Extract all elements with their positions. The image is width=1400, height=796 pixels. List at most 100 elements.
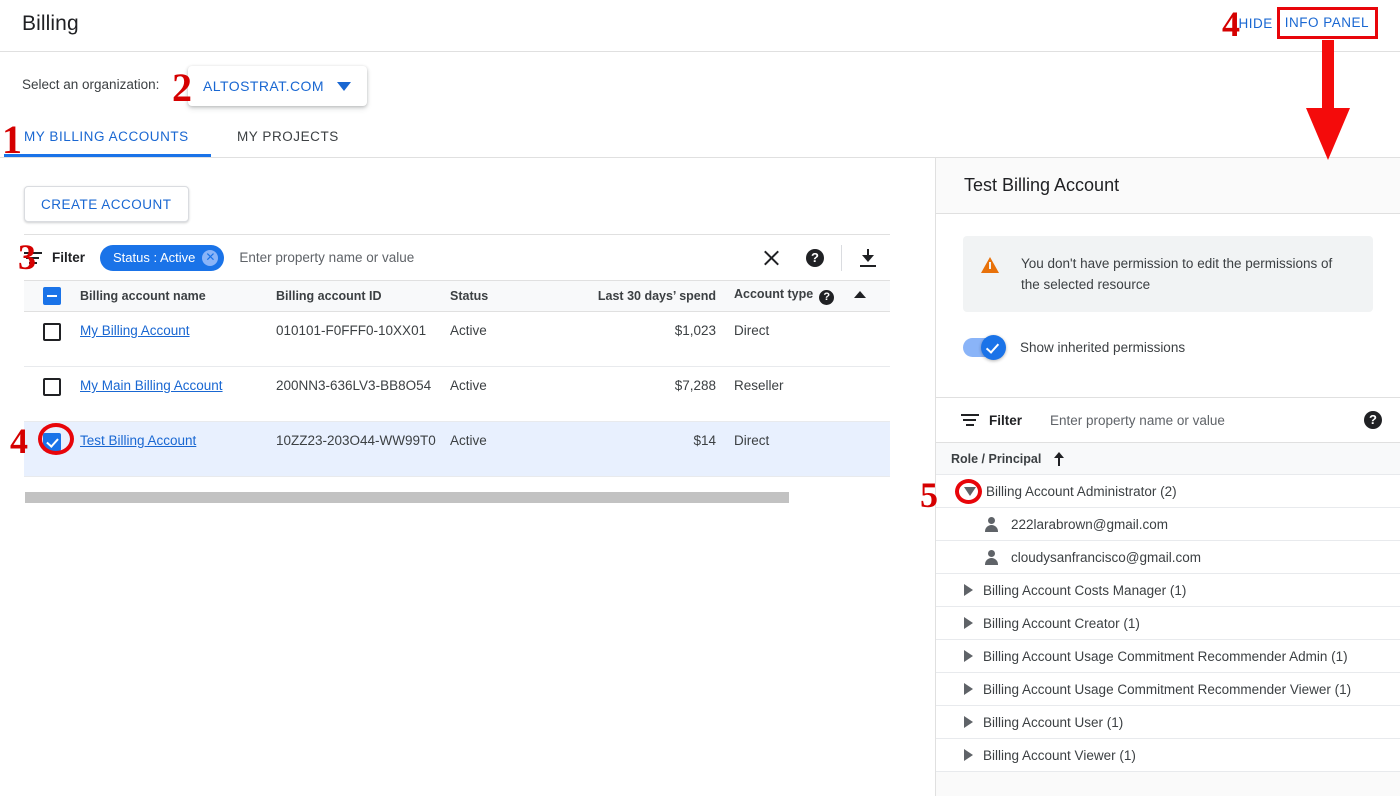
filter-chip-remove-icon[interactable]: ✕ <box>202 250 218 266</box>
row-checkbox[interactable] <box>43 378 61 396</box>
filter-chip-label: Status : Active <box>113 250 195 265</box>
roles-column-header-label: Role / Principal <box>951 452 1041 466</box>
account-name-link[interactable]: My Billing Account <box>80 323 190 338</box>
filter-chip-status-active[interactable]: Status : Active ✕ <box>100 245 224 271</box>
clear-filter-button[interactable] <box>749 238 793 278</box>
role-row-billing-account-costs-manager[interactable]: Billing Account Costs Manager (1) <box>936 574 1400 607</box>
info-panel-filter-bar: Filter ? <box>936 397 1400 443</box>
chevron-right-icon[interactable] <box>964 749 973 761</box>
info-panel-filter-label: Filter <box>989 413 1022 428</box>
role-row-billing-account-user[interactable]: Billing Account User (1) <box>936 706 1400 739</box>
cell-account-id: 010101-F0FFF0-10XX01 <box>276 323 450 338</box>
filter-help-button[interactable]: ? <box>793 238 837 278</box>
column-header-status[interactable]: Status <box>450 289 590 303</box>
chevron-down-icon <box>337 82 351 91</box>
help-icon[interactable]: ? <box>819 290 834 305</box>
cell-account-type: Direct <box>734 323 854 338</box>
show-inherited-permissions-row: Show inherited permissions <box>963 338 1373 357</box>
cell-account-type: Reseller <box>734 378 854 393</box>
cell-status: Active <box>450 323 590 338</box>
role-label: Billing Account Viewer (1) <box>983 748 1136 763</box>
annotation-circle-expand-arrow <box>955 479 982 504</box>
chevron-right-icon[interactable] <box>964 683 973 695</box>
row-checkbox[interactable] <box>43 323 61 341</box>
chevron-right-icon[interactable] <box>964 584 973 596</box>
cell-spend: $14 <box>590 433 734 448</box>
column-header-spend[interactable]: Last 30 days’ spend <box>590 289 734 303</box>
cell-account-id: 10ZZ23-203O44-WW99T0 <box>276 433 450 448</box>
chevron-right-icon[interactable] <box>964 650 973 662</box>
account-name-link[interactable]: Test Billing Account <box>80 433 196 448</box>
role-member-row: cloudysanfrancisco@gmail.com <box>936 541 1400 574</box>
page-title: Billing <box>22 12 79 36</box>
column-header-id[interactable]: Billing account ID <box>276 289 450 303</box>
annotation-number-4-checkbox: 4 <box>10 423 28 459</box>
help-icon: ? <box>806 249 824 267</box>
filter-label: Filter <box>52 250 85 265</box>
hide-info-panel-button[interactable]: HIDEINFO PANEL <box>1238 16 1378 31</box>
scrollbar-thumb[interactable] <box>25 492 789 503</box>
table-header-row: Billing account name Billing account ID … <box>24 280 890 312</box>
role-row-usage-commitment-recommender-viewer[interactable]: Billing Account Usage Commitment Recomme… <box>936 673 1400 706</box>
organization-dropdown[interactable]: ALTOSTRAT.COM <box>188 66 367 106</box>
annotation-number-2: 2 <box>172 68 192 108</box>
cell-account-id: 200NN3-636LV3-BB8O54 <box>276 378 450 393</box>
tab-bar: MY BILLING ACCOUNTS MY PROJECTS <box>0 119 1400 158</box>
info-panel-label: INFO PANEL <box>1277 7 1378 39</box>
permission-warning-text: You don't have permission to edit the pe… <box>1021 253 1353 295</box>
warning-icon <box>981 257 999 273</box>
active-tab-indicator <box>4 154 211 157</box>
show-inherited-permissions-toggle[interactable] <box>963 338 1005 357</box>
column-header-name[interactable]: Billing account name <box>80 289 276 303</box>
organization-value: ALTOSTRAT.COM <box>203 78 324 94</box>
info-panel-body: You don't have permission to edit the pe… <box>936 214 1400 397</box>
toggle-knob <box>981 335 1006 360</box>
chevron-right-icon[interactable] <box>964 716 973 728</box>
table-horizontal-scrollbar[interactable] <box>24 492 890 503</box>
show-inherited-permissions-label: Show inherited permissions <box>1020 340 1185 355</box>
column-header-type[interactable]: Account type? <box>734 287 854 305</box>
row-checkbox-cell <box>24 378 80 396</box>
account-name-link[interactable]: My Main Billing Account <box>80 378 223 393</box>
member-email: 222larabrown@gmail.com <box>1011 517 1168 532</box>
billing-accounts-table: Billing account name Billing account ID … <box>24 280 890 477</box>
annotation-circle-row-checkbox <box>38 423 74 455</box>
row-checkbox-cell <box>24 323 80 341</box>
chevron-right-icon[interactable] <box>964 617 973 629</box>
annotation-number-3: 3 <box>18 239 36 275</box>
cell-status: Active <box>450 433 590 448</box>
annotation-number-4-panel: 4 <box>1222 6 1240 42</box>
download-icon <box>859 249 877 267</box>
create-account-button[interactable]: CREATE ACCOUNT <box>24 186 189 222</box>
select-all-checkbox[interactable] <box>43 287 61 305</box>
sort-ascending-icon <box>854 291 866 298</box>
table-row[interactable]: My Main Billing Account 200NN3-636LV3-BB… <box>24 367 890 422</box>
toolbar-divider <box>841 245 842 271</box>
cell-account-type: Direct <box>734 433 854 448</box>
role-row-billing-account-creator[interactable]: Billing Account Creator (1) <box>936 607 1400 640</box>
role-row-usage-commitment-recommender-admin[interactable]: Billing Account Usage Commitment Recomme… <box>936 640 1400 673</box>
tab-my-billing-accounts[interactable]: MY BILLING ACCOUNTS <box>24 129 189 144</box>
select-all-checkbox-cell <box>24 287 80 305</box>
column-header-type-label: Account type <box>734 287 813 301</box>
help-icon[interactable]: ? <box>1364 411 1382 429</box>
filter-input[interactable] <box>239 250 749 265</box>
filter-toolbar-icons: ? <box>749 238 890 278</box>
roles-column-header[interactable]: Role / Principal <box>936 443 1400 475</box>
cell-spend: $7,288 <box>590 378 734 393</box>
role-label: Billing Account User (1) <box>983 715 1123 730</box>
table-row[interactable]: Test Billing Account 10ZZ23-203O44-WW99T… <box>24 422 890 477</box>
role-row-billing-account-administrator[interactable]: Billing Account Administrator (2) <box>936 475 1400 508</box>
cell-status: Active <box>450 378 590 393</box>
role-row-billing-account-viewer[interactable]: Billing Account Viewer (1) <box>936 739 1400 772</box>
download-button[interactable] <box>846 238 890 278</box>
sort-ascending-icon <box>1053 452 1065 466</box>
info-panel-filter-input[interactable] <box>1050 413 1364 428</box>
person-icon <box>984 517 999 532</box>
roles-list-footer <box>936 772 1400 796</box>
person-icon <box>984 550 999 565</box>
tab-my-projects[interactable]: MY PROJECTS <box>237 129 339 144</box>
role-label: Billing Account Creator (1) <box>983 616 1140 631</box>
table-row[interactable]: My Billing Account 010101-F0FFF0-10XX01 … <box>24 312 890 367</box>
member-email: cloudysanfrancisco@gmail.com <box>1011 550 1201 565</box>
